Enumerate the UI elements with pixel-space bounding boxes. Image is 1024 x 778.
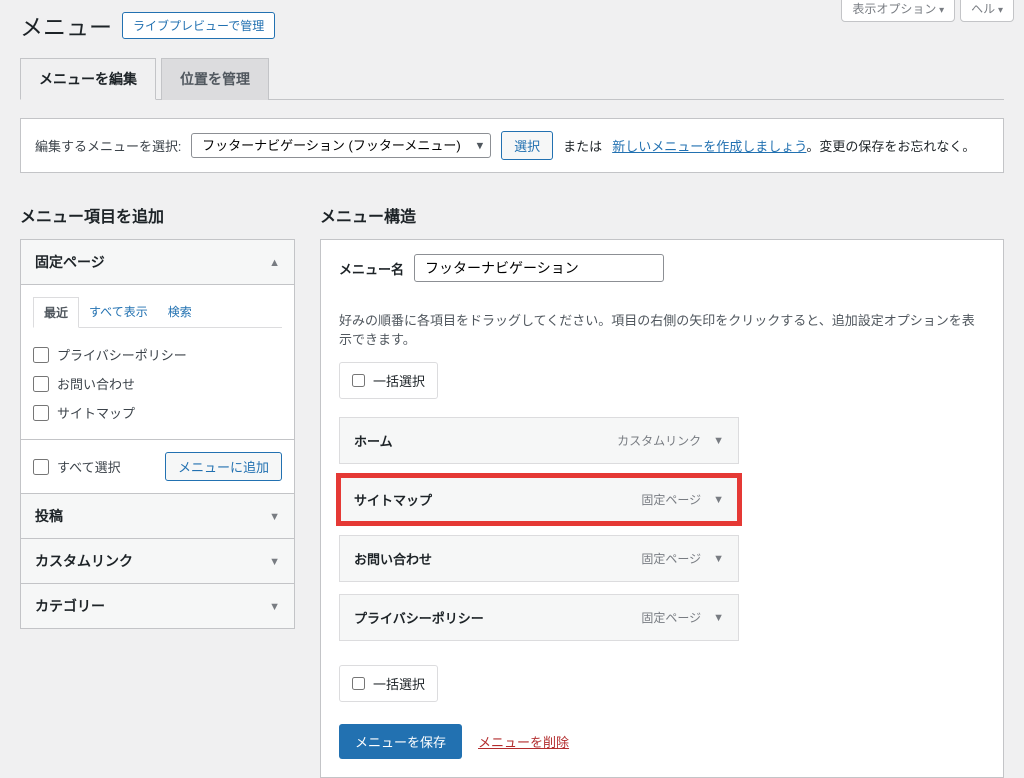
structure-heading: メニュー構造 <box>320 203 1004 227</box>
page-item-row: サイトマップ <box>33 398 282 427</box>
menu-select-label: 編集するメニューを選択: <box>35 136 181 155</box>
screen-options-button[interactable]: 表示オプション <box>841 0 955 22</box>
select-all-row: すべて選択 <box>33 452 121 481</box>
caret-down-icon: ▼ <box>269 510 280 523</box>
menu-items-list: ホーム カスタムリンク ▼ サイトマップ 固定ページ ▼ お問い合わせ <box>339 417 739 641</box>
bulk-label: 一括選択 <box>373 371 425 390</box>
menu-item-type: 固定ページ <box>641 550 701 567</box>
menu-select-dropdown[interactable]: フッターナビゲーション (フッターメニュー) <box>191 133 491 158</box>
caret-down-icon: ▼ <box>269 555 280 568</box>
page-checkbox[interactable] <box>33 347 49 363</box>
or-text: または <box>563 136 602 155</box>
inner-tab-recent[interactable]: 最近 <box>33 297 79 328</box>
page-checkbox[interactable] <box>33 376 49 392</box>
inner-tab-all[interactable]: すべて表示 <box>79 297 158 327</box>
menu-item-sitemap[interactable]: サイトマップ 固定ページ ▼ <box>339 476 739 523</box>
tab-manage-locations[interactable]: 位置を管理 <box>161 58 269 100</box>
select-all-checkbox[interactable] <box>33 459 49 475</box>
menu-selector-row: 編集するメニューを選択: フッターナビゲーション (フッターメニュー) 選択 ま… <box>20 118 1004 173</box>
page-checkbox[interactable] <box>33 405 49 421</box>
accordion-pages-body: 最近 すべて表示 検索 プライバシーポリシー お問い合わせ サイトマップ <box>21 285 294 440</box>
menu-item-title: サイトマップ <box>354 490 432 509</box>
inner-tab-search[interactable]: 検索 <box>158 297 202 327</box>
caret-down-icon[interactable]: ▼ <box>713 552 724 565</box>
bulk-checkbox[interactable] <box>352 374 365 387</box>
live-preview-button[interactable]: ライブプレビューで管理 <box>122 12 275 39</box>
select-menu-button[interactable]: 選択 <box>501 131 553 160</box>
help-text: 好みの順番に各項目をドラッグしてください。項目の右側の矢印をクリックすると、追加… <box>339 310 985 348</box>
accordion-pages-title: 固定ページ <box>35 252 105 272</box>
caret-down-icon[interactable]: ▼ <box>713 493 724 506</box>
caret-down-icon[interactable]: ▼ <box>713 434 724 447</box>
select-all-label: すべて選択 <box>57 457 121 476</box>
menu-name-input[interactable] <box>414 254 664 282</box>
tab-edit-menus[interactable]: メニューを編集 <box>20 58 156 100</box>
bulk-select-top: 一括選択 <box>339 362 438 399</box>
accordion-categories-header[interactable]: カテゴリー ▼ <box>21 584 294 628</box>
page-item-label: サイトマップ <box>57 403 135 422</box>
add-to-menu-button[interactable]: メニューに追加 <box>165 452 282 481</box>
caret-down-icon[interactable]: ▼ <box>713 611 724 624</box>
accordion-posts-header[interactable]: 投稿 ▼ <box>21 494 294 539</box>
page-item-row: お問い合わせ <box>33 369 282 398</box>
page-item-row: プライバシーポリシー <box>33 340 282 369</box>
menu-item-title: プライバシーポリシー <box>354 608 484 627</box>
page-item-label: お問い合わせ <box>57 374 135 393</box>
accordion-posts-title: 投稿 <box>35 506 63 526</box>
menu-item-home[interactable]: ホーム カスタムリンク ▼ <box>339 417 739 464</box>
accordion-custom-header[interactable]: カスタムリンク ▼ <box>21 539 294 584</box>
save-menu-button[interactable]: メニューを保存 <box>339 724 462 759</box>
accordion-pages-header[interactable]: 固定ページ ▲ <box>21 240 294 285</box>
bulk-checkbox[interactable] <box>352 677 365 690</box>
menu-item-type: 固定ページ <box>641 609 701 626</box>
accordion: 固定ページ ▲ 最近 すべて表示 検索 プライバシーポリシー お問い合わせ <box>20 239 295 629</box>
caret-down-icon: ▼ <box>269 600 280 613</box>
menu-item-title: お問い合わせ <box>354 549 432 568</box>
accordion-categories-title: カテゴリー <box>35 596 105 616</box>
menu-name-label: メニュー名 <box>339 259 404 278</box>
page-title: メニュー <box>20 8 112 42</box>
delete-menu-link[interactable]: メニューを削除 <box>478 732 569 751</box>
menu-item-contact[interactable]: お問い合わせ 固定ページ ▼ <box>339 535 739 582</box>
create-new-menu-link[interactable]: 新しいメニューを作成しましょう <box>612 140 806 155</box>
menu-item-privacy[interactable]: プライバシーポリシー 固定ページ ▼ <box>339 594 739 641</box>
bulk-select-bottom: 一括選択 <box>339 665 438 702</box>
add-items-heading: メニュー項目を追加 <box>20 203 295 227</box>
tabs-nav: メニューを編集 位置を管理 <box>20 57 1004 100</box>
help-button[interactable]: ヘル <box>960 0 1014 22</box>
page-item-label: プライバシーポリシー <box>57 345 187 364</box>
bulk-label: 一括選択 <box>373 674 425 693</box>
menu-item-type: カスタムリンク <box>617 432 701 449</box>
menu-item-type: 固定ページ <box>641 491 701 508</box>
accordion-custom-title: カスタムリンク <box>35 551 133 571</box>
structure-box: メニュー名 好みの順番に各項目をドラッグしてください。項目の右側の矢印をクリック… <box>320 239 1004 778</box>
menu-item-title: ホーム <box>354 431 393 450</box>
dont-forget-text: 。変更の保存をお忘れなく。 <box>806 140 975 155</box>
caret-up-icon: ▲ <box>269 256 280 269</box>
